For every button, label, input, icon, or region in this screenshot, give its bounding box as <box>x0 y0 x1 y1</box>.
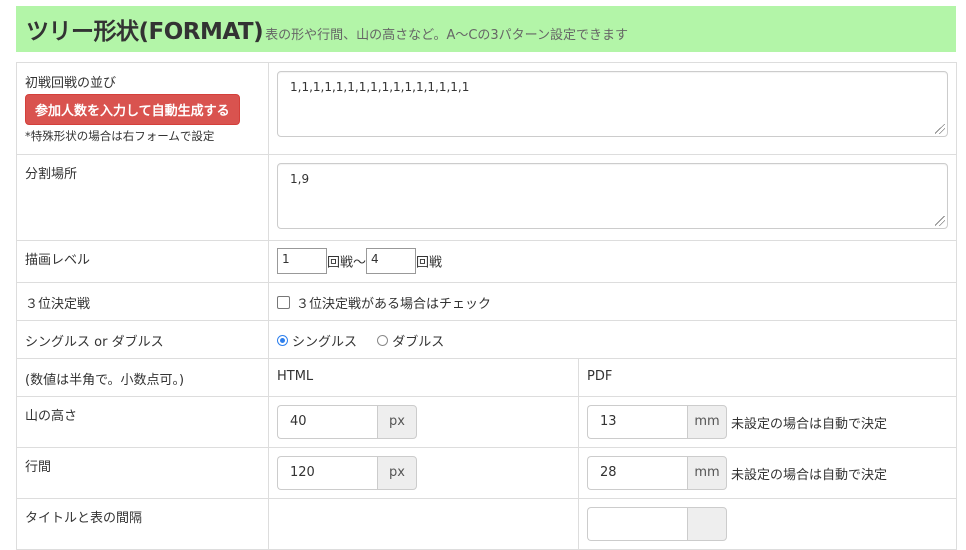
draw-level-cell: 1 回戦〜 4 回戦 <box>268 240 957 283</box>
singles-doubles-label: シングルス or ダブルス <box>16 320 269 359</box>
resize-handle-icon[interactable] <box>935 216 945 226</box>
first-round-note: *特殊形状の場合は右フォームで設定 <box>25 129 215 143</box>
third-place-checkbox-label[interactable]: ３位決定戦がある場合はチェック <box>296 297 491 312</box>
mountain-height-html-group: 40 px <box>277 405 417 439</box>
split-input-cell: 1,9 <box>268 154 957 241</box>
mountain-height-pdf-note: 未設定の場合は自動で決定 <box>731 416 888 432</box>
mountain-height-html-cell: 40 px <box>268 396 579 448</box>
section-title: ツリー形状(FORMAT) <box>26 19 264 45</box>
singles-doubles-cell: シングルス ダブルス <box>268 320 957 359</box>
first-round-label-cell: 初戦回戦の並び 参加人数を入力して自動生成する *特殊形状の場合は右フォームで設… <box>16 62 269 155</box>
line-spacing-pdf-unit: mm <box>687 456 727 490</box>
mountain-height-pdf-unit: mm <box>687 405 727 439</box>
first-round-textarea[interactable]: 1,1,1,1,1,1,1,1,1,1,1,1,1,1,1,1 <box>277 71 948 137</box>
row-third-place: ３位決定戦 ３位決定戦がある場合はチェック <box>16 282 957 321</box>
first-round-value: 1,1,1,1,1,1,1,1,1,1,1,1,1,1,1,1 <box>290 80 470 94</box>
html-column-label: HTML <box>277 369 314 384</box>
split-label: 分割場所 <box>16 154 269 241</box>
mountain-height-label: 山の高さ <box>16 396 269 448</box>
draw-level-to-unit: 回戦 <box>416 255 443 271</box>
auto-generate-button[interactable]: 参加人数を入力して自動生成する <box>25 94 240 125</box>
title-gap-pdf-input[interactable] <box>587 507 687 541</box>
row-first-round: 初戦回戦の並び 参加人数を入力して自動生成する *特殊形状の場合は右フォームで設… <box>16 62 957 155</box>
line-spacing-html-group: 120 px <box>277 456 417 490</box>
first-round-input-cell: 1,1,1,1,1,1,1,1,1,1,1,1,1,1,1,1 <box>268 62 957 155</box>
title-gap-html-cell <box>268 498 579 550</box>
doubles-radio[interactable] <box>377 335 389 346</box>
draw-level-to-input[interactable]: 4 <box>366 248 417 274</box>
line-spacing-label: 行間 <box>16 447 269 499</box>
line-spacing-pdf-cell: 28 mm 未設定の場合は自動で決定 <box>578 447 957 499</box>
section-subtitle: 表の形や行間、山の高さなど。A〜Cの3パターン設定できます <box>265 27 629 43</box>
resize-handle-icon[interactable] <box>935 124 945 134</box>
line-spacing-pdf-note: 未設定の場合は自動で決定 <box>731 467 888 483</box>
title-gap-pdf-unit <box>687 507 727 541</box>
singles-radio-label[interactable]: シングルス <box>292 335 357 350</box>
title-gap-pdf-group <box>587 507 727 541</box>
title-gap-pdf-cell <box>578 498 957 550</box>
split-value: 1,9 <box>290 172 310 186</box>
pdf-column-label: PDF <box>587 369 613 384</box>
line-spacing-pdf-group: 28 mm <box>587 456 727 490</box>
third-place-checkbox[interactable] <box>277 296 290 309</box>
mountain-height-html-input[interactable]: 40 <box>277 405 377 439</box>
mountain-height-pdf-cell: 13 mm 未設定の場合は自動で決定 <box>578 396 957 448</box>
draw-level-label: 描画レベル <box>16 240 269 283</box>
line-spacing-html-cell: 120 px <box>268 447 579 499</box>
draw-level-from-input[interactable]: 1 <box>277 248 327 274</box>
doubles-radio-label[interactable]: ダブルス <box>392 335 444 350</box>
draw-level-from-unit: 回戦〜 <box>327 255 367 271</box>
section-header: ツリー形状(FORMAT) 表の形や行間、山の高さなど。A〜Cの3パターン設定で… <box>16 6 956 52</box>
row-draw-level: 描画レベル 1 回戦〜 4 回戦 <box>16 240 957 283</box>
row-split: 分割場所 1,9 <box>16 154 957 241</box>
row-mountain-height: 山の高さ 40 px 13 mm 未設定の場合は自動で決定 <box>16 396 957 448</box>
first-round-label: 初戦回戦の並び <box>25 76 117 91</box>
line-spacing-pdf-input[interactable]: 28 <box>587 456 687 490</box>
row-line-spacing: 行間 120 px 28 mm 未設定の場合は自動で決定 <box>16 447 957 499</box>
mountain-height-html-unit: px <box>377 405 417 439</box>
row-singles-doubles: シングルス or ダブルス シングルス ダブルス <box>16 320 957 359</box>
row-title-gap: タイトルと表の間隔 <box>16 498 957 550</box>
third-place-cell: ３位決定戦がある場合はチェック <box>268 282 957 321</box>
singles-radio[interactable] <box>277 335 288 346</box>
split-textarea[interactable]: 1,9 <box>277 163 948 229</box>
line-spacing-html-unit: px <box>377 456 417 490</box>
mountain-height-pdf-input[interactable]: 13 <box>587 405 687 439</box>
format-settings-table: 初戦回戦の並び 参加人数を入力して自動生成する *特殊形状の場合は右フォームで設… <box>16 62 957 550</box>
mountain-height-pdf-group: 13 mm <box>587 405 727 439</box>
third-place-label: ３位決定戦 <box>16 282 269 321</box>
pdf-column-header: PDF <box>578 358 957 397</box>
row-column-headers: (数値は半角で。小数点可。) HTML PDF <box>16 358 957 397</box>
html-column-header: HTML <box>268 358 579 397</box>
numeric-note-label: (数値は半角で。小数点可。) <box>16 358 269 397</box>
line-spacing-html-input[interactable]: 120 <box>277 456 377 490</box>
title-gap-label: タイトルと表の間隔 <box>16 498 269 550</box>
